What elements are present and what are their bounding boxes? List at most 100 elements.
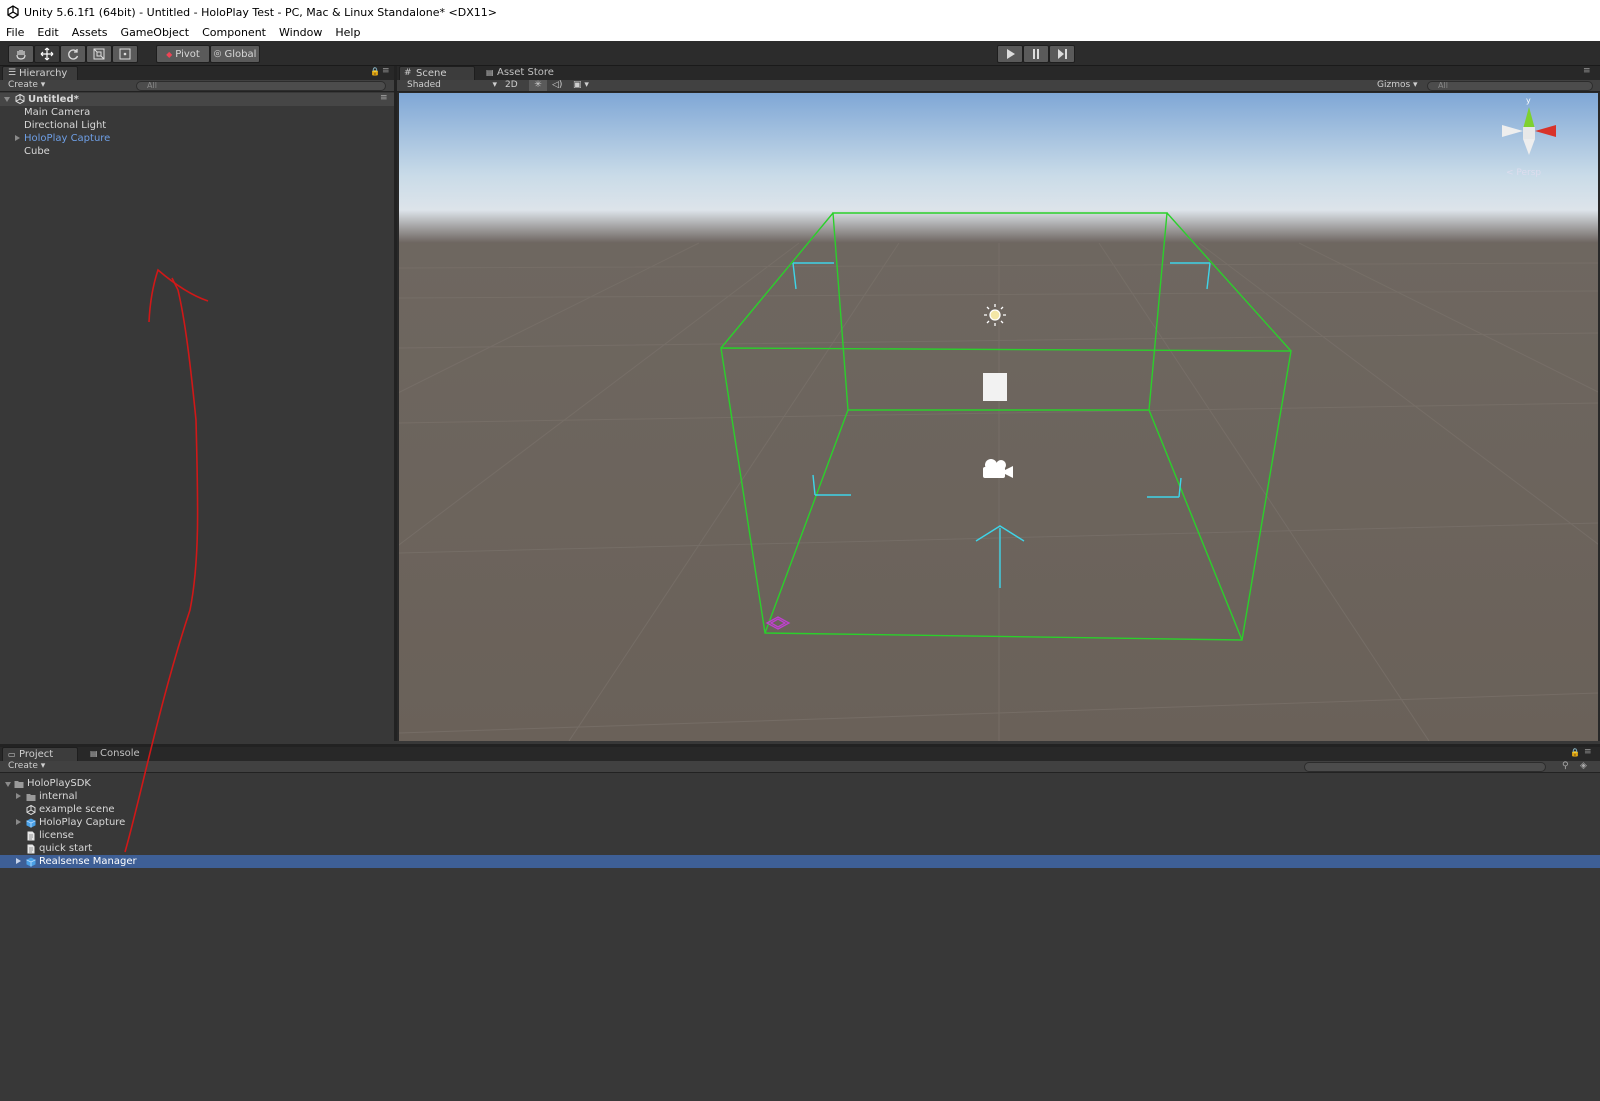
project-lock-icon[interactable]: 🔒 (1570, 748, 1580, 757)
scale-icon (93, 48, 105, 60)
window-title: Unity 5.6.1f1 (64bit) - Untitled - HoloP… (24, 5, 497, 19)
project-item-internal[interactable]: internal (39, 790, 77, 803)
pause-button[interactable] (1023, 45, 1049, 63)
play-button[interactable] (997, 45, 1023, 63)
tab-hierarchy[interactable]: ☰ Hierarchy (2, 66, 78, 80)
tab-asset-store[interactable]: ▤ Asset Store (481, 66, 571, 80)
scene-panel: # Scene ▤ Asset Store ≡ Shaded ▾ 2D ✳ ◁) … (397, 66, 1600, 741)
scene-menu-icon[interactable]: ≡ (380, 93, 388, 103)
pivot-label: Pivot (175, 48, 200, 60)
menu-component[interactable]: Component (196, 26, 273, 39)
hierarchy-tab-label: Hierarchy (19, 68, 68, 79)
grid-icon: # (404, 68, 412, 78)
scene-viewport[interactable]: y < Persp (399, 93, 1598, 741)
hierarchy-create-button[interactable]: Create ▾ (8, 80, 45, 91)
menu-help[interactable]: Help (329, 26, 367, 39)
menu-assets[interactable]: Assets (66, 26, 115, 39)
project-item-license[interactable]: license (39, 829, 74, 842)
persp-label[interactable]: < Persp (1506, 168, 1541, 178)
rotate-tool-button[interactable] (60, 45, 86, 63)
project-tab-label: Project (19, 749, 54, 760)
pivot-toggle[interactable]: ◆ Pivot (156, 45, 210, 63)
effects-toggle-icon[interactable]: ▣ ▾ (573, 80, 589, 91)
project-panel-menu-icon[interactable]: ≡ (1584, 747, 1592, 757)
folder-icon (26, 794, 36, 801)
lighting-toggle-icon[interactable]: ✳ (529, 80, 547, 91)
scale-tool-button[interactable] (86, 45, 112, 63)
filter-by-label-icon[interactable]: ◈ (1580, 761, 1587, 771)
hierarchy-subbar: Create ▾ All (0, 80, 394, 92)
hand-tool-button[interactable] (8, 45, 34, 63)
project-create-button[interactable]: Create ▾ (8, 761, 45, 772)
holoplaysdk-expand-icon[interactable] (5, 782, 11, 787)
scene-search-input[interactable]: All (1427, 81, 1593, 91)
hierarchy-item-directional-light[interactable]: Directional Light (24, 119, 106, 132)
hierarchy-item-cube[interactable]: Cube (24, 145, 50, 158)
project-search-input[interactable] (1304, 762, 1546, 772)
scene-tabbar: # Scene ▤ Asset Store ≡ (397, 66, 1600, 80)
tab-console[interactable]: ▤ Console (84, 747, 154, 761)
gizmo-y-label: y (1526, 96, 1531, 105)
internal-expand-icon[interactable] (16, 793, 21, 799)
project-item-example-scene[interactable]: example scene (39, 803, 115, 816)
prefab-icon (26, 818, 36, 828)
project-tabbar: ▭ Project ▤ Console 🔒 ≡ (0, 747, 1600, 761)
holoplay-expand-icon[interactable] (15, 135, 20, 141)
folder-icon (14, 781, 24, 788)
globe-icon: ◎ (213, 49, 222, 59)
rect-tool-button[interactable] (112, 45, 138, 63)
unity-logo-icon (7, 5, 19, 19)
hierarchy-search-input[interactable]: All (136, 81, 386, 91)
main-toolbar: ◆ Pivot ◎ Global (0, 41, 1600, 66)
hierarchy-panel: ☰ Hierarchy 🔒 ≡ Create ▾ All Untitled* ≡… (0, 66, 397, 741)
store-icon: ▤ (486, 68, 494, 77)
move-tool-button[interactable] (34, 45, 60, 63)
step-icon (1058, 49, 1067, 59)
title-bar: Unity 5.6.1f1 (64bit) - Untitled - HoloP… (0, 0, 1600, 24)
lock-icon[interactable]: 🔒 (370, 67, 380, 76)
global-toggle[interactable]: ◎ Global (210, 45, 260, 63)
hierarchy-item-holoplay-capture[interactable]: HoloPlay Capture (24, 132, 110, 145)
audio-toggle-icon[interactable]: ◁) (552, 80, 562, 91)
scene-name: Untitled* (28, 94, 79, 105)
gizmos-dropdown[interactable]: Gizmos ▾ (1377, 80, 1418, 91)
toggle-2d-button[interactable]: 2D (505, 80, 518, 91)
text-file-icon (27, 831, 35, 841)
hierarchy-search-placeholder: All (147, 81, 157, 90)
cube-object (983, 373, 1007, 401)
project-item-holoplay-capture[interactable]: HoloPlay Capture (39, 816, 125, 829)
menu-bar: File Edit Assets GameObject Component Wi… (0, 24, 1600, 41)
realsense-expand-icon[interactable] (16, 858, 21, 864)
project-item-realsense-manager: Realsense Manager (39, 856, 137, 867)
scene-panel-menu-icon[interactable]: ≡ (1583, 66, 1591, 76)
selected-row-realsense-manager[interactable]: Realsense Manager (0, 855, 1600, 868)
menu-window[interactable]: Window (273, 26, 329, 39)
unity-scene-icon (15, 94, 25, 104)
menu-gameobject[interactable]: GameObject (115, 26, 197, 39)
move-icon (40, 47, 54, 61)
menu-file[interactable]: File (0, 26, 31, 39)
asset-store-tab-label: Asset Store (497, 67, 554, 78)
play-icon (1007, 49, 1015, 59)
unity-scene-icon (26, 805, 36, 815)
scene-search-placeholder: All (1438, 81, 1448, 90)
tab-project[interactable]: ▭ Project (2, 747, 78, 761)
hierarchy-tabbar: ☰ Hierarchy 🔒 ≡ (0, 66, 394, 80)
project-root-holoplaysdk[interactable]: HoloPlaySDK (27, 777, 91, 790)
project-item-quick-start[interactable]: quick start (39, 842, 92, 855)
tab-scene[interactable]: # Scene (399, 66, 475, 80)
holoplay-capture-expand-icon[interactable] (16, 819, 21, 825)
shading-mode-dropdown[interactable]: Shaded ▾ (407, 80, 499, 91)
scene-root-row[interactable]: Untitled* ≡ (0, 93, 394, 106)
menu-edit[interactable]: Edit (31, 26, 65, 39)
scene-tab-label: Scene (416, 68, 447, 79)
filter-by-type-icon[interactable]: ⚲ (1562, 761, 1569, 771)
console-icon: ▤ (90, 749, 98, 758)
hand-icon (16, 50, 26, 60)
hierarchy-item-main-camera[interactable]: Main Camera (24, 106, 90, 119)
step-button[interactable] (1049, 45, 1075, 63)
project-subbar: Create ▾ ⚲ ◈ (0, 761, 1600, 773)
rotate-icon (68, 49, 79, 60)
panel-menu-icon[interactable]: ≡ (382, 66, 390, 76)
scene-expand-icon[interactable] (4, 97, 10, 102)
